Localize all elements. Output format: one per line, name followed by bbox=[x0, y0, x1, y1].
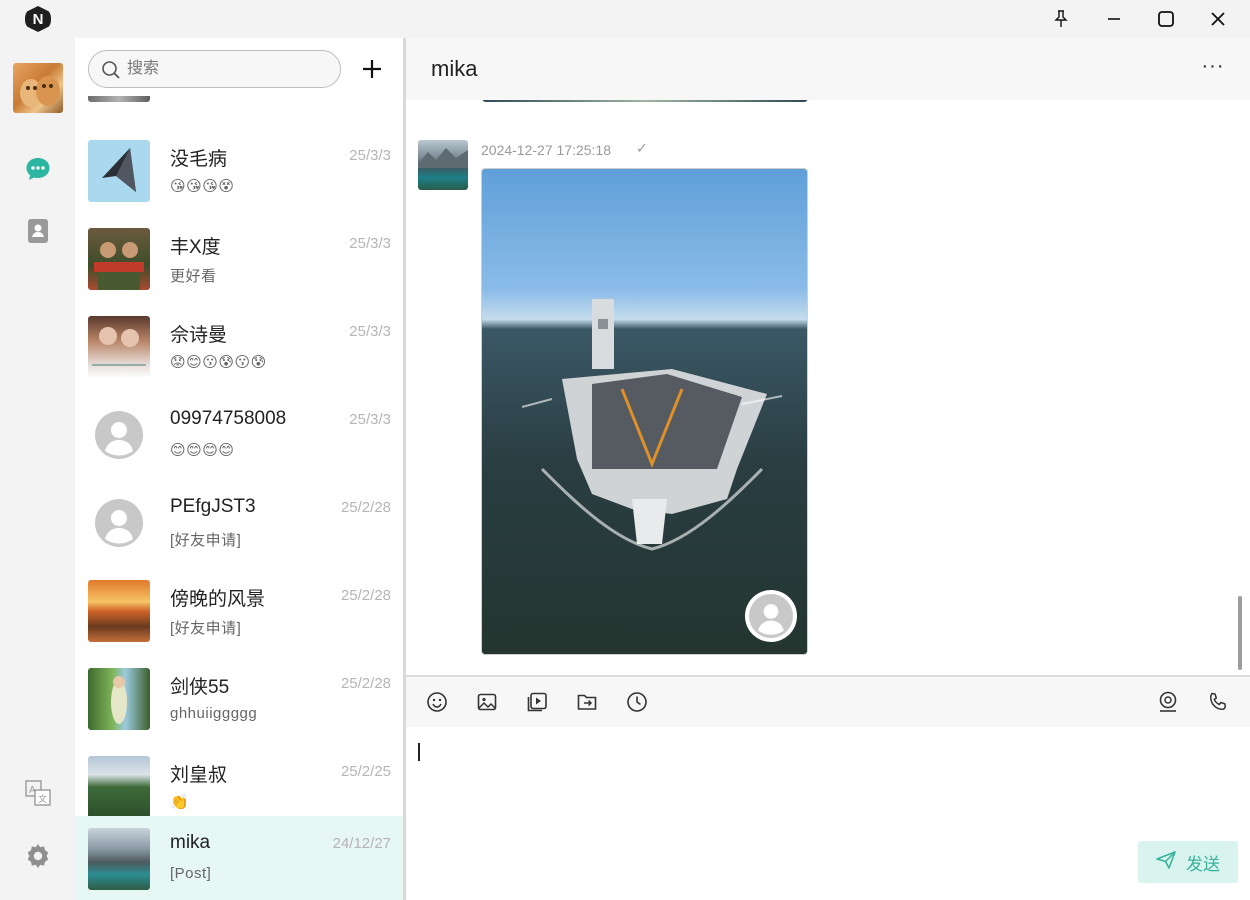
list-item[interactable]: 佘诗曼 25/3/3 😟😊😗😰😗😰 bbox=[75, 304, 403, 392]
video-icon[interactable] bbox=[524, 689, 550, 715]
avatar bbox=[88, 316, 150, 378]
contact-preview: [Post] bbox=[170, 865, 212, 882]
list-item-partial bbox=[88, 96, 150, 102]
contact-preview: ghhuiiggggg bbox=[170, 705, 258, 722]
chat-title: mika bbox=[431, 56, 478, 81]
svg-text:A: A bbox=[29, 785, 36, 796]
message-input[interactable] bbox=[416, 739, 1236, 839]
contact-date: 25/3/3 bbox=[349, 235, 391, 252]
avatar bbox=[88, 580, 150, 642]
contact-date: 25/3/3 bbox=[349, 147, 391, 164]
sender-avatar[interactable] bbox=[418, 140, 468, 190]
contact-preview: 更好看 bbox=[170, 268, 217, 285]
contact-preview: 😊😊😊😊 bbox=[170, 442, 235, 459]
avatar bbox=[88, 828, 150, 890]
send-button[interactable]: 发送 bbox=[1138, 841, 1238, 883]
contact-name: 09974758008 bbox=[170, 408, 287, 429]
app-logo: N bbox=[25, 6, 51, 32]
text-caret bbox=[418, 743, 420, 761]
chat-header: mika ··· bbox=[406, 38, 1250, 100]
send-label: 发送 bbox=[1186, 854, 1220, 874]
contact-date: 25/2/25 bbox=[340, 763, 391, 780]
send-icon bbox=[1156, 850, 1176, 874]
message-scrollbar[interactable] bbox=[1238, 596, 1242, 670]
default-avatar-icon bbox=[745, 590, 797, 642]
contact-name: 没毛病 bbox=[170, 149, 228, 170]
contact-preview: 👏 bbox=[170, 794, 190, 811]
video-call-icon[interactable] bbox=[1155, 689, 1181, 715]
contact-date: 25/2/28 bbox=[340, 675, 391, 692]
list-item[interactable]: 09974758008 25/3/3 😊😊😊😊 bbox=[75, 392, 403, 480]
search-box[interactable] bbox=[88, 50, 341, 88]
emoji-icon[interactable] bbox=[424, 689, 450, 715]
avatar bbox=[88, 228, 150, 290]
contact-name: 刘皇叔 bbox=[170, 765, 228, 786]
search-icon bbox=[101, 60, 121, 85]
previous-image-message[interactable] bbox=[482, 100, 808, 102]
contact-date: 25/3/3 bbox=[349, 411, 391, 428]
avatar bbox=[88, 140, 150, 202]
list-item[interactable]: 傍晚的风景 25/2/28 [好友申请] bbox=[75, 568, 403, 656]
default-avatar-icon bbox=[88, 492, 150, 554]
gear-icon[interactable] bbox=[22, 840, 54, 872]
close-icon[interactable] bbox=[1203, 4, 1233, 34]
contact-name: 傍晚的风景 bbox=[170, 589, 266, 610]
contact-preview: [好友申请] bbox=[170, 532, 242, 549]
history-icon[interactable] bbox=[624, 689, 650, 715]
avatar bbox=[88, 668, 150, 730]
sent-check-icon: ✓ bbox=[636, 140, 648, 156]
contact-name: 佘诗曼 bbox=[170, 325, 228, 346]
contact-name: 剑侠55 bbox=[170, 677, 230, 698]
image-icon[interactable] bbox=[474, 689, 500, 715]
file-icon[interactable] bbox=[574, 689, 600, 715]
message-list: 2024-12-27 17:25:18 ✓ bbox=[406, 100, 1250, 675]
contacts-book-icon[interactable] bbox=[22, 215, 54, 247]
message-timestamp: 2024-12-27 17:25:18 bbox=[481, 142, 611, 158]
pin-icon[interactable] bbox=[1046, 4, 1076, 34]
contact-preview: 😘😘😘😵 bbox=[170, 178, 235, 195]
more-options-icon[interactable]: ··· bbox=[1198, 54, 1228, 78]
default-avatar-icon bbox=[88, 404, 150, 466]
list-item[interactable]: 剑侠55 25/2/28 ghhuiiggggg bbox=[75, 656, 403, 744]
avatar bbox=[88, 756, 150, 818]
translate-icon[interactable]: A文 bbox=[22, 777, 54, 809]
contact-date: 24/12/27 bbox=[332, 835, 391, 852]
contact-date: 25/2/28 bbox=[340, 587, 391, 604]
list-item-active[interactable]: mika 24/12/27 [Post] bbox=[75, 816, 403, 900]
search-input[interactable] bbox=[127, 59, 327, 79]
contact-name: PEfgJST3 bbox=[170, 496, 256, 517]
contact-name: 丰X度 bbox=[170, 237, 221, 258]
title-bar: N bbox=[0, 0, 1250, 38]
contact-preview: 😟😊😗😰😗😰 bbox=[170, 354, 267, 371]
contact-date: 25/3/3 bbox=[349, 323, 391, 340]
maximize-icon[interactable] bbox=[1151, 4, 1181, 34]
contact-name: mika bbox=[170, 832, 211, 853]
add-contact-button[interactable] bbox=[358, 55, 386, 83]
minimize-icon[interactable] bbox=[1099, 4, 1129, 34]
user-avatar[interactable] bbox=[13, 63, 63, 113]
contact-list-panel: 没毛病 25/3/3 😘😘😘😵 丰X度 25/3/3 更好看 佘诗曼 25/3/… bbox=[75, 38, 403, 900]
chat-bubble-icon[interactable] bbox=[22, 153, 54, 185]
nav-rail: A文 bbox=[0, 38, 75, 900]
list-item[interactable]: 丰X度 25/3/3 更好看 bbox=[75, 216, 403, 304]
message-composer: 发送 bbox=[406, 727, 1250, 900]
list-item[interactable]: 没毛病 25/3/3 😘😘😘😵 bbox=[75, 128, 403, 216]
contact-preview: [好友申请] bbox=[170, 620, 242, 637]
phone-icon[interactable] bbox=[1205, 689, 1231, 715]
svg-text:文: 文 bbox=[38, 793, 47, 805]
contact-date: 25/2/28 bbox=[340, 499, 391, 516]
message-image[interactable] bbox=[481, 168, 808, 655]
composer-toolbar bbox=[406, 677, 1250, 727]
list-item[interactable]: PEfgJST3 25/2/28 [好友申请] bbox=[75, 480, 403, 568]
